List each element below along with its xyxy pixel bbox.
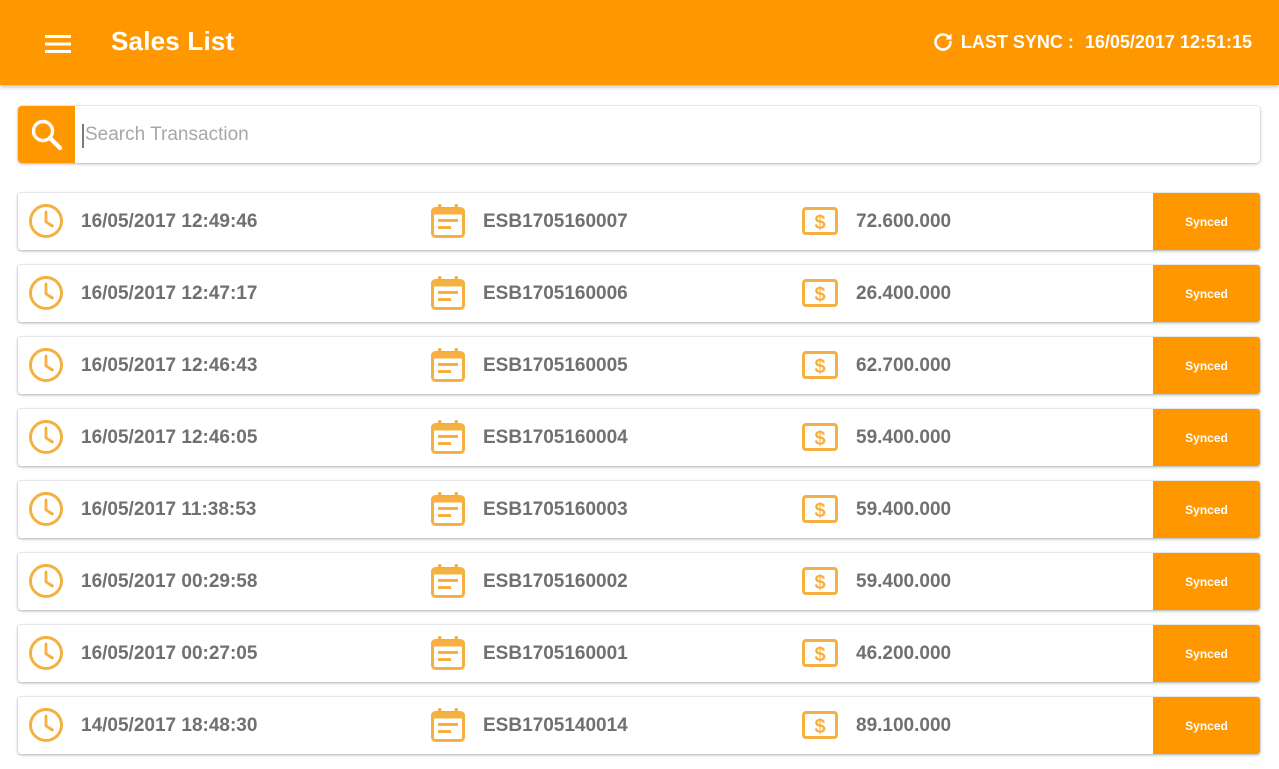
transaction-row[interactable]: 16/05/2017 12:46:43 ESB1705160005 $ 62.7… (18, 337, 1260, 394)
transaction-amount: 26.400.000 (856, 283, 952, 304)
transaction-code: ESB1705160001 (483, 643, 628, 664)
status-badge: Synced (1153, 337, 1260, 394)
transaction-amount: 59.400.000 (856, 499, 952, 520)
transaction-row[interactable]: 16/05/2017 12:47:17 ESB1705160006 $ 26.4… (18, 265, 1260, 322)
money-icon: $ (802, 279, 838, 307)
transaction-code: ESB1705160002 (483, 571, 628, 592)
text-caret (82, 124, 84, 148)
money-icon: $ (802, 711, 838, 739)
calendar-document-icon (431, 276, 465, 310)
transaction-datetime: 14/05/2017 18:48:30 (81, 715, 258, 736)
clock-icon (29, 564, 63, 598)
refresh-icon (934, 33, 952, 51)
transaction-amount: 89.100.000 (856, 715, 952, 736)
transaction-amount: 46.200.000 (856, 643, 952, 664)
search-icon (31, 119, 62, 150)
calendar-document-icon (431, 420, 465, 454)
calendar-document-icon (431, 564, 465, 598)
svg-text:$: $ (814, 212, 825, 234)
svg-text:$: $ (814, 572, 825, 594)
money-icon: $ (802, 567, 838, 595)
last-sync-value: 16/05/2017 12:51:15 (1084, 31, 1252, 52)
clock-icon (29, 708, 63, 742)
money-icon: $ (802, 207, 838, 235)
svg-text:$: $ (814, 500, 825, 522)
clock-icon (29, 420, 63, 454)
search-button[interactable] (18, 106, 75, 163)
page-title: Sales List (111, 26, 235, 56)
calendar-document-icon (431, 708, 465, 742)
transaction-code: ESB1705160007 (483, 211, 628, 232)
transaction-amount: 62.700.000 (856, 355, 952, 376)
calendar-document-icon (431, 492, 465, 526)
money-icon: $ (802, 495, 838, 523)
money-icon: $ (802, 639, 838, 667)
calendar-document-icon (431, 204, 465, 238)
transaction-row[interactable]: 16/05/2017 11:38:53 ESB1705160003 $ 59.4… (18, 481, 1260, 538)
app-bar: Sales List LAST SYNC : 16/05/2017 12:51:… (0, 0, 1279, 85)
transaction-row[interactable]: 16/05/2017 00:27:05 ESB1705160001 $ 46.2… (18, 625, 1260, 682)
transaction-code: ESB1705140014 (483, 715, 628, 736)
transaction-code: ESB1705160005 (483, 355, 628, 376)
calendar-document-icon (431, 636, 465, 670)
status-badge: Synced (1153, 625, 1260, 682)
money-icon: $ (802, 351, 838, 379)
transaction-row[interactable]: 16/05/2017 00:29:58 ESB1705160002 $ 59.4… (18, 553, 1260, 610)
transaction-datetime: 16/05/2017 12:49:46 (81, 211, 258, 232)
svg-text:$: $ (814, 284, 825, 306)
transaction-datetime: 16/05/2017 12:46:43 (81, 355, 258, 376)
clock-icon (29, 348, 63, 382)
status-badge: Synced (1153, 553, 1260, 610)
transaction-datetime: 16/05/2017 00:29:58 (81, 571, 258, 592)
status-badge: Synced (1153, 193, 1260, 250)
status-badge: Synced (1153, 409, 1260, 466)
transaction-amount: 72.600.000 (856, 211, 952, 232)
transaction-datetime: 16/05/2017 12:47:17 (81, 283, 258, 304)
transaction-datetime: 16/05/2017 12:46:05 (81, 427, 258, 448)
search-bar (18, 106, 1260, 163)
clock-icon (29, 636, 63, 670)
svg-text:$: $ (814, 428, 825, 450)
calendar-document-icon (431, 348, 465, 382)
transaction-code: ESB1705160003 (483, 499, 628, 520)
transaction-amount: 59.400.000 (856, 427, 952, 448)
status-badge: Synced (1153, 481, 1260, 538)
search-input[interactable] (75, 106, 1260, 163)
transaction-row[interactable]: 14/05/2017 18:48:30 ESB1705140014 $ 89.1… (18, 697, 1260, 754)
status-badge: Synced (1153, 265, 1260, 322)
clock-icon (29, 276, 63, 310)
money-icon: $ (802, 423, 838, 451)
transaction-code: ESB1705160004 (483, 427, 628, 448)
transaction-amount: 59.400.000 (856, 571, 952, 592)
transaction-row[interactable]: 16/05/2017 12:46:05 ESB1705160004 $ 59.4… (18, 409, 1260, 466)
last-sync-label: LAST SYNC : (960, 31, 1074, 52)
transaction-list: 16/05/2017 12:49:46 ESB1705160007 $ 72.6… (18, 193, 1260, 769)
svg-text:$: $ (814, 356, 825, 378)
transaction-code: ESB1705160006 (483, 283, 628, 304)
menu-button[interactable] (30, 22, 86, 66)
transaction-datetime: 16/05/2017 11:38:53 (81, 499, 257, 520)
clock-icon (29, 204, 63, 238)
svg-text:$: $ (814, 644, 825, 666)
last-sync-button[interactable]: LAST SYNC : 16/05/2017 12:51:15 (931, 30, 1252, 54)
transaction-row[interactable]: 16/05/2017 12:49:46 ESB1705160007 $ 72.6… (18, 193, 1260, 250)
status-badge: Synced (1153, 697, 1260, 754)
svg-text:$: $ (814, 716, 825, 738)
clock-icon (29, 492, 63, 526)
transaction-datetime: 16/05/2017 00:27:05 (81, 643, 258, 664)
hamburger-menu-icon (45, 35, 71, 53)
